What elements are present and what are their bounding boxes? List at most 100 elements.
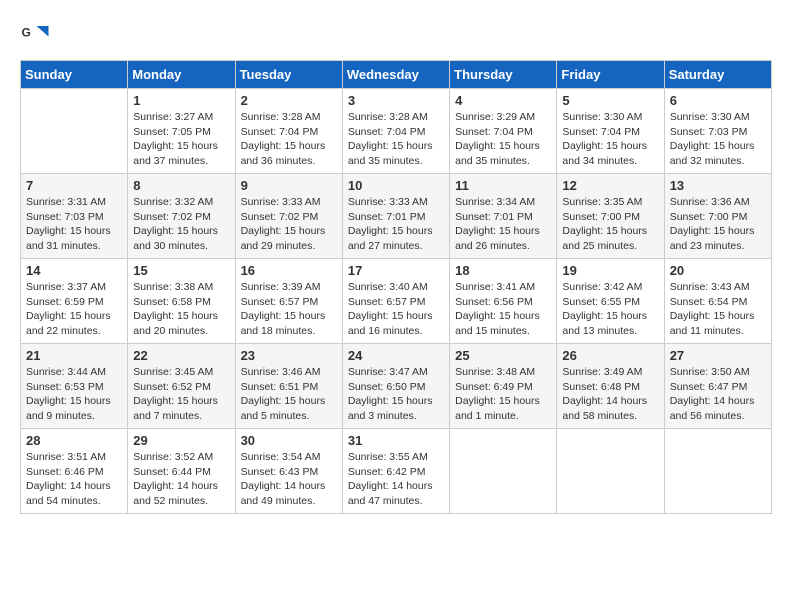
day-number: 9 bbox=[241, 178, 337, 193]
day-number: 8 bbox=[133, 178, 229, 193]
calendar-cell: 19Sunrise: 3:42 AMSunset: 6:55 PMDayligh… bbox=[557, 259, 664, 344]
calendar-cell: 28 Sunrise: 3:51 AMSunset: 6:46 PMDayligh… bbox=[21, 429, 128, 514]
day-info: Sunrise: 3:28 AMSunset: 7:04 PMDaylight:… bbox=[241, 110, 337, 169]
week-row-2: 7 Sunrise: 3:31 AMSunset: 7:03 PMDaylight… bbox=[21, 174, 772, 259]
calendar-cell bbox=[557, 429, 664, 514]
day-number: 16 bbox=[241, 263, 337, 278]
calendar-cell: 26 Sunrise: 3:49 AMSunset: 6:48 PMDayligh… bbox=[557, 344, 664, 429]
day-info: Sunrise: 3:33 AMSunset: 7:02 PMDaylight:… bbox=[241, 195, 337, 254]
day-header-thursday: Thursday bbox=[450, 61, 557, 89]
day-number: 24 bbox=[348, 348, 444, 363]
day-info: Sunrise: 3:34 AMSunset: 7:01 PMDaylight:… bbox=[455, 195, 551, 254]
day-number: 26 bbox=[562, 348, 658, 363]
day-info: Sunrise: 3:48 AMSunset: 6:49 PMDaylight:… bbox=[455, 365, 551, 424]
day-number: 14 bbox=[26, 263, 122, 278]
day-info: Sunrise: 3:44 AMSunset: 6:53 PMDaylight:… bbox=[26, 365, 122, 424]
day-number: 23 bbox=[241, 348, 337, 363]
day-number: 2 bbox=[241, 93, 337, 108]
day-number: 31 bbox=[348, 433, 444, 448]
day-headers-row: SundayMondayTuesdayWednesdayThursdayFrid… bbox=[21, 61, 772, 89]
day-header-friday: Friday bbox=[557, 61, 664, 89]
week-row-4: 21Sunrise: 3:44 AMSunset: 6:53 PMDayligh… bbox=[21, 344, 772, 429]
day-info: Sunrise: 3:36 AMSunset: 7:00 PMDaylight:… bbox=[670, 195, 766, 254]
calendar-cell: 20Sunrise: 3:43 AMSunset: 6:54 PMDayligh… bbox=[664, 259, 771, 344]
day-info: Sunrise: 3:49 AMSunset: 6:48 PMDaylight:… bbox=[562, 365, 658, 424]
calendar-cell: 2 Sunrise: 3:28 AMSunset: 7:04 PMDaylight… bbox=[235, 89, 342, 174]
day-header-monday: Monday bbox=[128, 61, 235, 89]
day-number: 4 bbox=[455, 93, 551, 108]
day-info: Sunrise: 3:32 AMSunset: 7:02 PMDaylight:… bbox=[133, 195, 229, 254]
day-info: Sunrise: 3:37 AMSunset: 6:59 PMDaylight:… bbox=[26, 280, 122, 339]
day-number: 15 bbox=[133, 263, 229, 278]
page-header: G bbox=[20, 20, 772, 50]
day-number: 1 bbox=[133, 93, 229, 108]
day-info: Sunrise: 3:54 AMSunset: 6:43 PMDaylight:… bbox=[241, 450, 337, 509]
day-number: 12 bbox=[562, 178, 658, 193]
calendar-cell: 29Sunrise: 3:52 AMSunset: 6:44 PMDayligh… bbox=[128, 429, 235, 514]
week-row-5: 28 Sunrise: 3:51 AMSunset: 6:46 PMDayligh… bbox=[21, 429, 772, 514]
calendar-cell: 17 Sunrise: 3:40 AMSunset: 6:57 PMDayligh… bbox=[342, 259, 449, 344]
day-info: Sunrise: 3:31 AMSunset: 7:03 PMDaylight:… bbox=[26, 195, 122, 254]
day-number: 19 bbox=[562, 263, 658, 278]
day-info: Sunrise: 3:52 AMSunset: 6:44 PMDaylight:… bbox=[133, 450, 229, 509]
day-number: 10 bbox=[348, 178, 444, 193]
day-number: 11 bbox=[455, 178, 551, 193]
day-number: 13 bbox=[670, 178, 766, 193]
day-info: Sunrise: 3:55 AMSunset: 6:42 PMDaylight:… bbox=[348, 450, 444, 509]
calendar-cell: 5Sunrise: 3:30 AMSunset: 7:04 PMDaylight… bbox=[557, 89, 664, 174]
day-info: Sunrise: 3:29 AMSunset: 7:04 PMDaylight:… bbox=[455, 110, 551, 169]
day-number: 17 bbox=[348, 263, 444, 278]
day-number: 22 bbox=[133, 348, 229, 363]
logo-icon: G bbox=[20, 20, 50, 50]
day-info: Sunrise: 3:46 AMSunset: 6:51 PMDaylight:… bbox=[241, 365, 337, 424]
calendar-table: SundayMondayTuesdayWednesdayThursdayFrid… bbox=[20, 60, 772, 514]
calendar-cell: 24Sunrise: 3:47 AMSunset: 6:50 PMDayligh… bbox=[342, 344, 449, 429]
day-info: Sunrise: 3:45 AMSunset: 6:52 PMDaylight:… bbox=[133, 365, 229, 424]
day-number: 3 bbox=[348, 93, 444, 108]
svg-text:G: G bbox=[22, 26, 31, 40]
calendar-cell: 1 Sunrise: 3:27 AMSunset: 7:05 PMDaylight… bbox=[128, 89, 235, 174]
calendar-cell: 30 Sunrise: 3:54 AMSunset: 6:43 PMDayligh… bbox=[235, 429, 342, 514]
calendar-cell: 11 Sunrise: 3:34 AMSunset: 7:01 PMDayligh… bbox=[450, 174, 557, 259]
day-number: 25 bbox=[455, 348, 551, 363]
logo: G bbox=[20, 20, 54, 50]
calendar-cell bbox=[21, 89, 128, 174]
day-header-sunday: Sunday bbox=[21, 61, 128, 89]
calendar-cell: 14 Sunrise: 3:37 AMSunset: 6:59 PMDayligh… bbox=[21, 259, 128, 344]
day-number: 6 bbox=[670, 93, 766, 108]
calendar-cell: 9 Sunrise: 3:33 AMSunset: 7:02 PMDaylight… bbox=[235, 174, 342, 259]
calendar-cell: 25 Sunrise: 3:48 AMSunset: 6:49 PMDayligh… bbox=[450, 344, 557, 429]
calendar-cell: 22 Sunrise: 3:45 AMSunset: 6:52 PMDayligh… bbox=[128, 344, 235, 429]
day-info: Sunrise: 3:39 AMSunset: 6:57 PMDaylight:… bbox=[241, 280, 337, 339]
day-info: Sunrise: 3:27 AMSunset: 7:05 PMDaylight:… bbox=[133, 110, 229, 169]
day-info: Sunrise: 3:40 AMSunset: 6:57 PMDaylight:… bbox=[348, 280, 444, 339]
calendar-cell: 16 Sunrise: 3:39 AMSunset: 6:57 PMDayligh… bbox=[235, 259, 342, 344]
calendar-cell: 13 Sunrise: 3:36 AMSunset: 7:00 PMDayligh… bbox=[664, 174, 771, 259]
day-info: Sunrise: 3:33 AMSunset: 7:01 PMDaylight:… bbox=[348, 195, 444, 254]
day-number: 28 bbox=[26, 433, 122, 448]
calendar-cell: 3 Sunrise: 3:28 AMSunset: 7:04 PMDaylight… bbox=[342, 89, 449, 174]
calendar-cell: 12 Sunrise: 3:35 AMSunset: 7:00 PMDayligh… bbox=[557, 174, 664, 259]
day-header-wednesday: Wednesday bbox=[342, 61, 449, 89]
day-header-tuesday: Tuesday bbox=[235, 61, 342, 89]
day-info: Sunrise: 3:28 AMSunset: 7:04 PMDaylight:… bbox=[348, 110, 444, 169]
calendar-cell: 6 Sunrise: 3:30 AMSunset: 7:03 PMDaylight… bbox=[664, 89, 771, 174]
day-number: 30 bbox=[241, 433, 337, 448]
day-info: Sunrise: 3:35 AMSunset: 7:00 PMDaylight:… bbox=[562, 195, 658, 254]
day-number: 20 bbox=[670, 263, 766, 278]
day-header-saturday: Saturday bbox=[664, 61, 771, 89]
calendar-cell: 4 Sunrise: 3:29 AMSunset: 7:04 PMDaylight… bbox=[450, 89, 557, 174]
day-number: 18 bbox=[455, 263, 551, 278]
week-row-1: 1 Sunrise: 3:27 AMSunset: 7:05 PMDaylight… bbox=[21, 89, 772, 174]
day-info: Sunrise: 3:30 AMSunset: 7:03 PMDaylight:… bbox=[670, 110, 766, 169]
week-row-3: 14 Sunrise: 3:37 AMSunset: 6:59 PMDayligh… bbox=[21, 259, 772, 344]
day-info: Sunrise: 3:38 AMSunset: 6:58 PMDaylight:… bbox=[133, 280, 229, 339]
day-number: 7 bbox=[26, 178, 122, 193]
day-info: Sunrise: 3:41 AMSunset: 6:56 PMDaylight:… bbox=[455, 280, 551, 339]
day-number: 27 bbox=[670, 348, 766, 363]
calendar-cell: 23 Sunrise: 3:46 AMSunset: 6:51 PMDayligh… bbox=[235, 344, 342, 429]
day-info: Sunrise: 3:51 AMSunset: 6:46 PMDaylight:… bbox=[26, 450, 122, 509]
calendar-cell: 31 Sunrise: 3:55 AMSunset: 6:42 PMDayligh… bbox=[342, 429, 449, 514]
calendar-cell: 8 Sunrise: 3:32 AMSunset: 7:02 PMDaylight… bbox=[128, 174, 235, 259]
day-info: Sunrise: 3:30 AMSunset: 7:04 PMDaylight:… bbox=[562, 110, 658, 169]
